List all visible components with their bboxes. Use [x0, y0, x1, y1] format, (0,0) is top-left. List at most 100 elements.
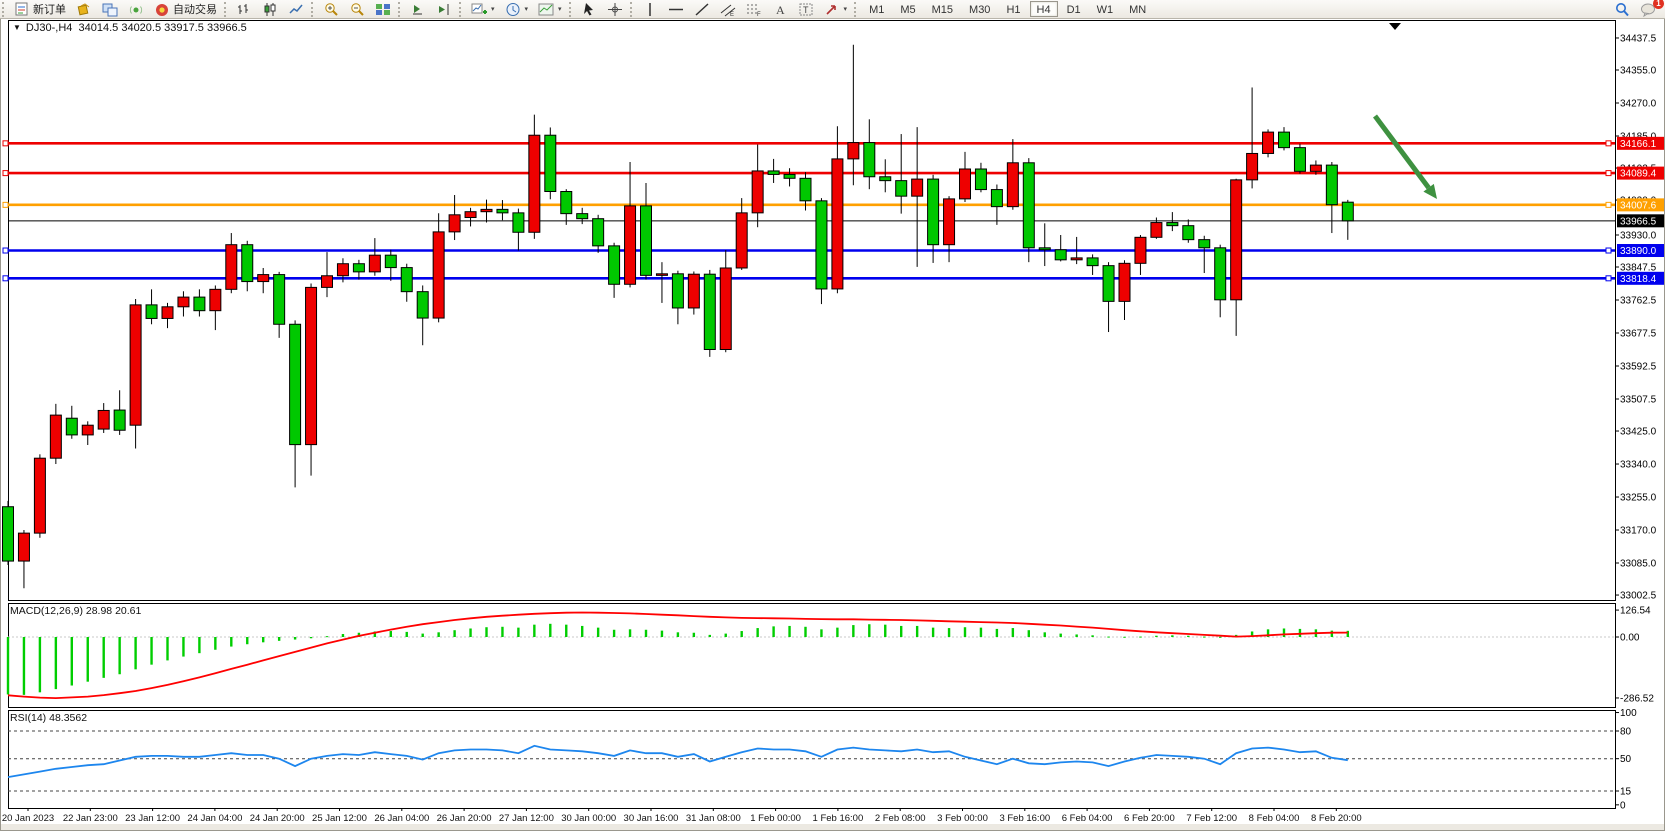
- notification-badge: 1: [1653, 0, 1664, 9]
- time-tick-label: 27 Jan 12:00: [499, 813, 554, 824]
- candle: [18, 533, 29, 561]
- price-tick-label: 33592.5: [1620, 362, 1657, 373]
- macd-pane-label: MACD(12,26,9) 28.98 20.61: [10, 605, 141, 617]
- price-tick-label: 33677.5: [1620, 329, 1657, 340]
- line-anchor-left[interactable]: [3, 141, 8, 146]
- crosshair-button[interactable]: [602, 1, 628, 18]
- candle: [3, 507, 14, 561]
- timeframe-mn-button[interactable]: MN: [1122, 1, 1153, 17]
- toolbar: 新订单 自动交易 ▾ ▾ ▾ EFAT ▾ M1M5M15M30H1H4D1W1MN 1: [0, 0, 1665, 19]
- price-label: 33966.5: [1620, 216, 1657, 227]
- line-chart-button[interactable]: [283, 1, 309, 18]
- svg-text:126.54: 126.54: [1620, 606, 1651, 617]
- text-label-icon: T: [798, 2, 814, 17]
- text-icon: A: [772, 2, 788, 17]
- timeframe-m30-button[interactable]: M30: [962, 1, 997, 17]
- chevron-down-icon[interactable]: ▾: [844, 5, 848, 13]
- price-tick-label: 34270.0: [1620, 98, 1657, 109]
- time-tick-label: 2 Feb 08:00: [875, 813, 926, 824]
- candles-chart-icon: [262, 2, 278, 17]
- text-label-button[interactable]: T: [793, 1, 819, 18]
- time-tick-label: 20 Jan 2023: [2, 813, 54, 824]
- add-indicator-button[interactable]: ▾: [466, 1, 500, 18]
- cursor-button[interactable]: [576, 1, 602, 18]
- cursor-icon: [581, 2, 597, 17]
- time-tick-label: 25 Jan 12:00: [312, 813, 367, 824]
- timeframe-m15-button[interactable]: M15: [925, 1, 960, 17]
- bars-chart-button[interactable]: [231, 1, 257, 18]
- candle: [529, 135, 540, 232]
- line-anchor-left[interactable]: [3, 276, 8, 281]
- charts-window-icon: [102, 2, 118, 17]
- symbol-dropdown-icon[interactable]: ▼: [13, 23, 21, 32]
- chart-area[interactable]: 34437.534355.034270.034185.034102.534020…: [0, 0, 1665, 831]
- candle: [1135, 237, 1146, 263]
- horizontal-line-button[interactable]: [663, 1, 689, 18]
- chevron-down-icon[interactable]: ▾: [525, 5, 529, 13]
- candle: [1119, 263, 1130, 301]
- toolbar-separator: [311, 2, 316, 17]
- price-label: 34089.4: [1620, 169, 1657, 180]
- candle: [1263, 132, 1274, 153]
- auto-scroll-button[interactable]: [405, 1, 431, 18]
- price-tick-label: 33762.5: [1620, 296, 1657, 307]
- timeframe-m1-button[interactable]: M1: [862, 1, 891, 17]
- timeframe-h4-button[interactable]: H4: [1030, 1, 1058, 17]
- line-anchor-right[interactable]: [1606, 171, 1611, 176]
- search-icon: [1614, 2, 1630, 17]
- search-button[interactable]: [1609, 1, 1635, 18]
- line-anchor-left[interactable]: [3, 202, 8, 207]
- timeframe-d1-button[interactable]: D1: [1060, 1, 1088, 17]
- candles-chart-button[interactable]: [257, 1, 283, 18]
- signals-button[interactable]: [123, 1, 149, 18]
- line-anchor-right[interactable]: [1606, 248, 1611, 253]
- vertical-line-button[interactable]: [637, 1, 663, 18]
- candle: [1326, 165, 1337, 205]
- time-tick-label: 24 Jan 20:00: [250, 813, 305, 824]
- signal-icon: [128, 2, 144, 17]
- mql-community-button[interactable]: [71, 1, 97, 18]
- candle: [736, 213, 747, 268]
- line-anchor-right[interactable]: [1606, 202, 1611, 207]
- channel-button[interactable]: E: [715, 1, 741, 18]
- zoom-in-icon: [323, 2, 339, 17]
- arrows-tool-icon: [824, 2, 840, 17]
- auto-trading-button[interactable]: 自动交易: [149, 1, 222, 18]
- chevron-down-icon[interactable]: ▾: [558, 5, 562, 13]
- trend-line-icon: [694, 2, 710, 17]
- timeframe-h1-button[interactable]: H1: [999, 1, 1027, 17]
- line-anchor-left[interactable]: [3, 248, 8, 253]
- arrows-button[interactable]: ▾: [819, 1, 853, 18]
- zoom-in-button[interactable]: [318, 1, 344, 18]
- time-tick-label: 8 Feb 04:00: [1249, 813, 1300, 824]
- new-order-button[interactable]: 新订单: [9, 1, 71, 18]
- candle: [928, 179, 939, 245]
- line-anchor-left[interactable]: [3, 171, 8, 176]
- price-tick-label: 34355.0: [1620, 66, 1657, 77]
- zoom-out-button[interactable]: [344, 1, 370, 18]
- charts-window-button[interactable]: [97, 1, 123, 18]
- price-label: 33818.4: [1620, 274, 1657, 285]
- macd-signal-value: 20.61: [115, 605, 141, 617]
- news-notification-button[interactable]: 1: [1635, 1, 1661, 18]
- templates-button[interactable]: ▾: [533, 1, 567, 18]
- chevron-down-icon[interactable]: ▾: [491, 5, 495, 13]
- line-anchor-right[interactable]: [1606, 276, 1611, 281]
- line-anchor-right[interactable]: [1606, 141, 1611, 146]
- candle: [66, 418, 77, 435]
- tile-windows-button[interactable]: [370, 1, 396, 18]
- timeframe-m5-button[interactable]: M5: [893, 1, 922, 17]
- time-tick-label: 6 Feb 04:00: [1062, 813, 1113, 824]
- time-tick-label: 6 Feb 20:00: [1124, 813, 1175, 824]
- timeframe-w1-button[interactable]: W1: [1090, 1, 1121, 17]
- fibonacci-button[interactable]: F: [741, 1, 767, 18]
- time-tick-label: 1 Feb 16:00: [813, 813, 864, 824]
- chart-shift-button[interactable]: [431, 1, 457, 18]
- candle: [417, 292, 428, 318]
- bars-chart-icon: [236, 2, 252, 17]
- text-button[interactable]: A: [767, 1, 793, 18]
- candle: [1215, 248, 1226, 300]
- trend-line-button[interactable]: [689, 1, 715, 18]
- mql-cube-icon: [76, 2, 92, 17]
- periods-button[interactable]: ▾: [500, 1, 534, 18]
